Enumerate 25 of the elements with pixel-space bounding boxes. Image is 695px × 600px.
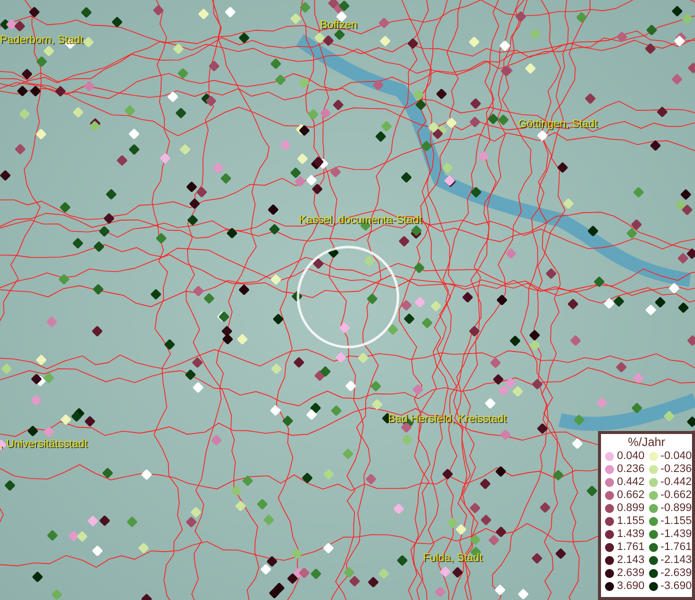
legend-value: 0.236 <box>617 463 645 476</box>
legend-value: 0.662 <box>617 489 645 502</box>
legend-value: 1.439 <box>617 528 645 541</box>
legend-value: 0.040 <box>617 450 645 463</box>
legend-value: -3.690 <box>660 580 692 593</box>
legend-value: 0.442 <box>617 476 645 489</box>
legend-value: 1.155 <box>617 515 645 528</box>
place-label: Boffzen <box>320 18 358 33</box>
legend-value: 3.690 <box>617 580 645 593</box>
legend-value: -1.439 <box>660 528 692 541</box>
legend-value: 0.899 <box>617 502 645 515</box>
legend-value: -2.143 <box>660 554 692 567</box>
legend-value: -2.639 <box>660 567 692 580</box>
legend-value: 2.639 <box>617 567 645 580</box>
legend-value: -1.155 <box>660 515 692 528</box>
legend-value: -0.662 <box>660 489 692 502</box>
legend-value: 1.761 <box>617 541 645 554</box>
legend-value: -0.442 <box>660 476 692 489</box>
legend-value: -1.761 <box>660 541 692 554</box>
place-label: , Universitätsstadt <box>0 437 88 452</box>
legend-value: -0.040 <box>660 450 692 463</box>
legend-title: %/Jahr <box>626 434 666 450</box>
legend-value: 2.143 <box>617 554 645 567</box>
legend-value: -0.236 <box>660 463 692 476</box>
legend-value: -0.899 <box>660 502 692 515</box>
